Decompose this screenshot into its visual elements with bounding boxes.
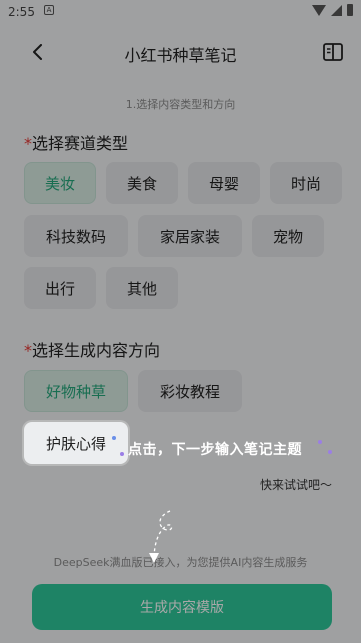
sparkle-dot	[112, 436, 116, 440]
sparkle-dot	[328, 450, 332, 454]
guide-text: 点击，下一步输入笔记主题	[128, 442, 302, 458]
sparkle-dot	[318, 440, 322, 444]
sparkle-dot	[120, 452, 124, 456]
guide-subtext: 快来试试吧～	[260, 478, 333, 492]
curved-arrow-icon	[149, 510, 173, 563]
chip-skincare[interactable]: 护肤心得	[24, 422, 128, 464]
guide-overlay[interactable]	[0, 0, 361, 643]
